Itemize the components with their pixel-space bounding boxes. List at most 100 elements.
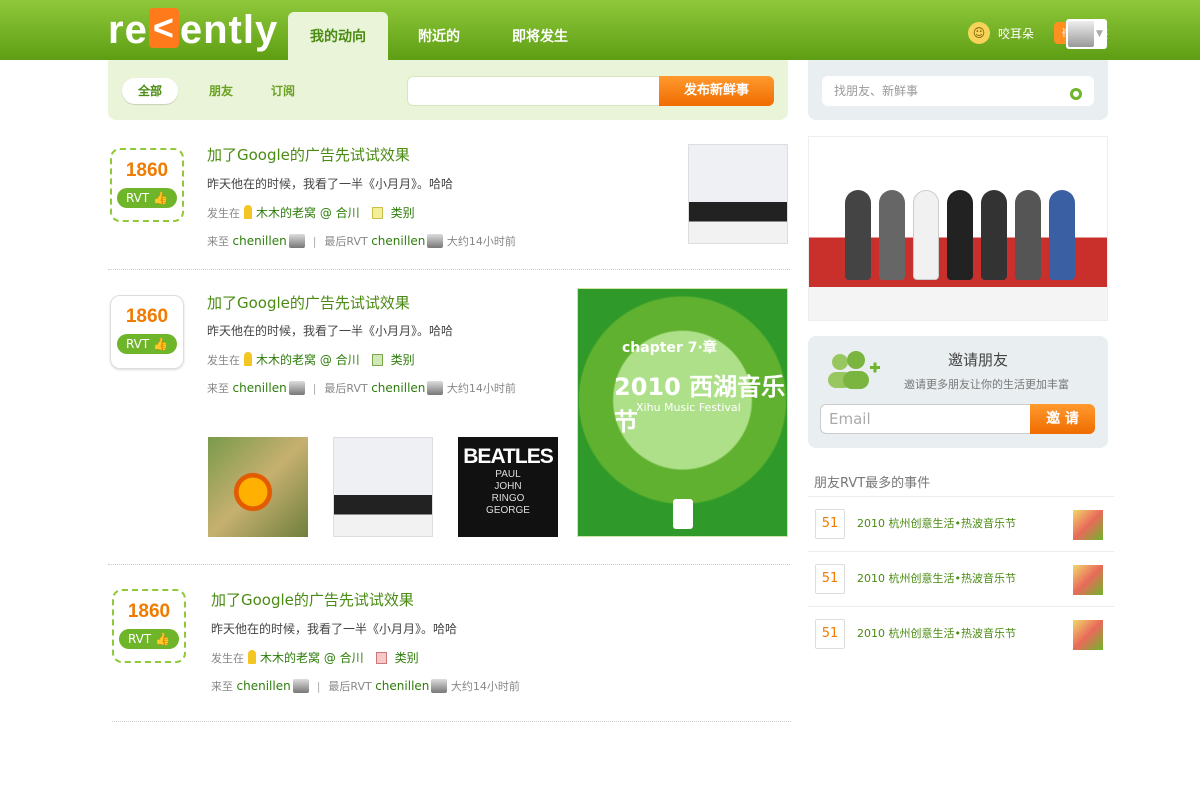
feed-description: 昨天他在的时候，我看了一半《小月月》。哈哈	[207, 177, 454, 191]
feed-description: 昨天他在的时候，我看了一半《小月月》。哈哈	[211, 622, 458, 636]
post-input[interactable]	[407, 76, 659, 106]
place-link[interactable]: 木木的老窝 @ 合川	[256, 206, 360, 220]
user-link[interactable]: chenillen	[375, 679, 429, 693]
email-field[interactable]: Email	[820, 404, 1030, 434]
feed-image[interactable]	[208, 437, 308, 537]
poster-chapter: chapter 7·章	[622, 340, 717, 356]
main-tabs: 我的动向 附近的 即将发生	[288, 12, 598, 60]
list-item[interactable]: 51 2010 杭州创意生活•热波音乐节	[808, 606, 1114, 660]
user-avatar-menu[interactable]: ▼	[1066, 19, 1107, 49]
tree-trunk	[673, 499, 693, 529]
beatles-title: BEATLES	[463, 445, 553, 468]
event-title[interactable]: 2010 杭州创意生活•热波音乐节	[857, 515, 1016, 531]
list-item[interactable]: 51 2010 杭州创意生活•热波音乐节	[808, 551, 1114, 605]
user-avatar	[427, 234, 444, 248]
category-icon	[371, 354, 383, 366]
tab-nearby[interactable]: 附近的	[396, 12, 482, 60]
user-link[interactable]: chenillen	[371, 234, 425, 248]
filter-bar: 全部 朋友 订阅 发布新鲜事	[108, 60, 788, 120]
invite-subtitle: 邀请更多朋友让你的生活更加丰富	[904, 378, 1069, 391]
feed-item: 1860 RVT 👍 加了Google的广告先试试效果 昨天他在的时候，我看了一…	[108, 120, 790, 270]
filter-subscriptions[interactable]: 订阅	[271, 78, 295, 104]
sidebar-search: 找朋友、新鲜事	[808, 60, 1108, 120]
feed-attribution: 来至 chenillen | 最后RVT chenillen 大约14小时前	[207, 381, 516, 395]
feed-image[interactable]: BEATLES PAUL JOHN RINGO GEORGE	[458, 437, 558, 537]
pin-icon	[244, 352, 252, 366]
user-link[interactable]: chenillen	[233, 234, 287, 248]
user-link[interactable]: chenillen	[371, 381, 425, 395]
category-link[interactable]: 类别	[391, 353, 415, 367]
thumbs-up-icon: 👍	[153, 191, 168, 205]
whisper-label: 咬耳朵	[997, 26, 1034, 41]
invite-title: 邀请朋友	[948, 351, 1009, 369]
user-avatar	[292, 679, 309, 693]
time-ago: 大约14小时前	[446, 235, 516, 248]
feed-location: 发生在 木木的老窝 @ 合川 类别	[211, 650, 419, 665]
add-friend-icon	[828, 351, 880, 389]
poster-subtitle: Xihu Music Festival	[636, 401, 741, 414]
feed-image[interactable]	[688, 144, 788, 244]
whisper-button[interactable]: ☺ 咬耳朵	[967, 22, 1034, 44]
rvt-button[interactable]: RVT 👍	[117, 334, 177, 354]
feed-title[interactable]: 加了Google的广告先试试效果	[207, 292, 410, 313]
event-rvt-count: 51	[815, 564, 845, 594]
category-link[interactable]: 类别	[391, 206, 415, 220]
user-avatar	[427, 381, 444, 395]
pin-icon	[244, 205, 252, 219]
event-thumbnail[interactable]	[1073, 620, 1103, 650]
filter-friends[interactable]: 朋友	[209, 78, 233, 104]
place-link[interactable]: 木木的老窝 @ 合川	[260, 651, 364, 665]
search-input[interactable]: 找朋友、新鲜事	[822, 76, 1094, 106]
category-icon	[371, 207, 383, 219]
thumbs-up-icon: 👍	[155, 632, 170, 646]
beatles-names: PAUL JOHN RINGO GEORGE	[486, 469, 530, 516]
event-thumbnail[interactable]	[1073, 510, 1103, 540]
logo[interactable]: re < ently	[108, 8, 278, 54]
feed-item: 1860 RVT 👍 加了Google的广告先试试效果 昨天他在的时候，我看了一…	[112, 565, 791, 722]
avatar	[1068, 21, 1094, 47]
rvt-count: 1860	[125, 306, 169, 327]
rvt-button[interactable]: RVT 👍	[119, 629, 179, 649]
event-thumbnail[interactable]	[1073, 565, 1103, 595]
top-rvt-section-title: 朋友RVT最多的事件	[814, 476, 931, 491]
user-link[interactable]: chenillen	[233, 381, 287, 395]
feed-description: 昨天他在的时候，我看了一半《小月月》。哈哈	[207, 324, 454, 338]
category-link[interactable]: 类别	[395, 651, 419, 665]
feed-attribution: 来至 chenillen | 最后RVT chenillen 大约14小时前	[211, 679, 520, 693]
feed-title[interactable]: 加了Google的广告先试试效果	[207, 144, 410, 165]
publish-button[interactable]: 发布新鲜事	[659, 76, 774, 106]
user-avatar	[288, 234, 305, 248]
smile-icon: ☺	[967, 22, 990, 44]
list-item[interactable]: 51 2010 杭州创意生活•热波音乐节	[808, 496, 1114, 550]
user-avatar	[431, 679, 448, 693]
thumbs-up-icon: 👍	[153, 337, 168, 351]
user-avatar	[288, 381, 305, 395]
music-festival-poster[interactable]: chapter 7·章 2010 西湖音乐节 Xihu Music Festiv…	[577, 288, 788, 537]
event-rvt-count: 51	[815, 619, 845, 649]
filter-all[interactable]: 全部	[122, 78, 178, 104]
event-title[interactable]: 2010 杭州创意生活•热波音乐节	[857, 625, 1016, 641]
user-link[interactable]: chenillen	[237, 679, 291, 693]
place-link[interactable]: 木木的老窝 @ 合川	[256, 353, 360, 367]
time-ago: 大约14小时前	[450, 680, 520, 693]
time-ago: 大约14小时前	[446, 382, 516, 395]
feed-attribution: 来至 chenillen | 最后RVT chenillen 大约14小时前	[207, 234, 516, 248]
tab-my-activity[interactable]: 我的动向	[288, 12, 388, 60]
event-rvt-count: 51	[815, 509, 845, 539]
tab-upcoming[interactable]: 即将发生	[490, 12, 590, 60]
invite-button[interactable]: 邀 请	[1030, 404, 1095, 434]
search-icon[interactable]	[1066, 80, 1090, 104]
rvt-counter: 1860 RVT 👍	[110, 295, 184, 369]
group-photo[interactable]	[808, 136, 1108, 321]
feed-image[interactable]	[333, 437, 433, 537]
rvt-count: 1860	[125, 160, 169, 181]
rvt-button[interactable]: RVT 👍	[117, 188, 177, 208]
event-title[interactable]: 2010 杭州创意生活•热波音乐节	[857, 570, 1016, 586]
category-icon	[375, 652, 387, 664]
pin-icon	[248, 650, 256, 664]
feed-title[interactable]: 加了Google的广告先试试效果	[211, 589, 414, 610]
invite-friends-panel: 邀请朋友 邀请更多朋友让你的生活更加丰富 Email 邀 请	[808, 336, 1108, 448]
rvt-counter: 1860 RVT 👍	[110, 148, 184, 222]
chevron-down-icon: ▼	[1096, 29, 1103, 39]
feed-location: 发生在 木木的老窝 @ 合川 类别	[207, 205, 415, 220]
